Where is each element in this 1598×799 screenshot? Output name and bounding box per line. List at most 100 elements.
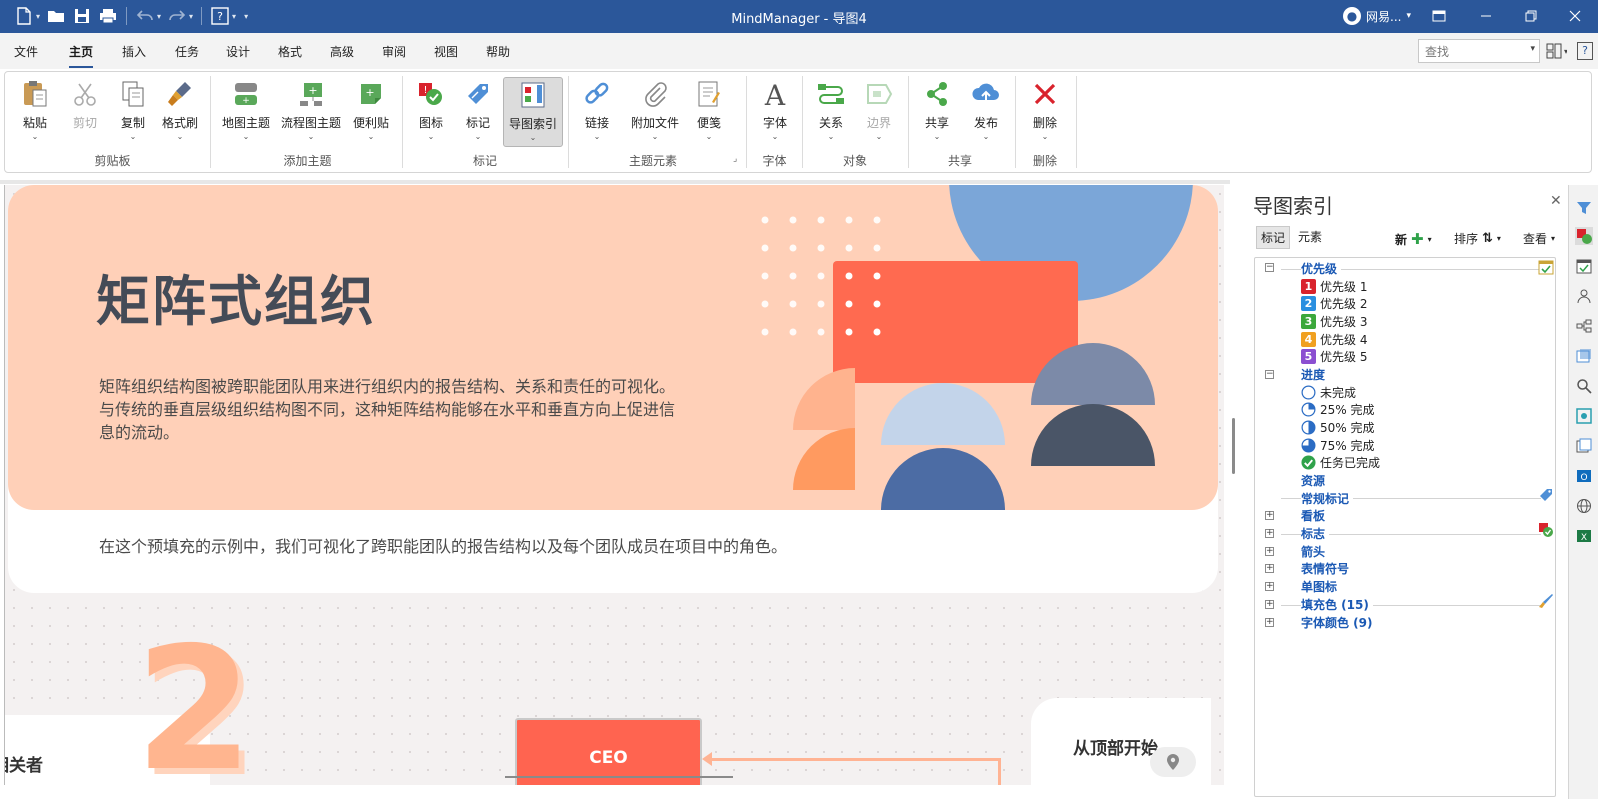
format-painter-button[interactable]: 格式刷 ⌄ [160,77,200,147]
tab-review[interactable]: 审阅 [382,43,406,60]
ceo-topic[interactable]: CEO [515,718,702,785]
vertical-scrollbar[interactable] [1232,418,1235,474]
icons-button[interactable]: ! 图标 ⌄ [411,77,451,147]
font-button[interactable]: A 字体 ⌄ [755,77,795,147]
close-icon[interactable]: ✕ [1550,193,1562,209]
collapse-icon[interactable]: − [1265,263,1274,272]
tab-insert[interactable]: 插入 [122,43,146,60]
attach-file-button[interactable]: 附加文件 ⌄ [625,77,685,147]
relationship-button[interactable]: 关系 ⌄ [811,77,851,147]
expand-icon[interactable]: + [1265,564,1274,573]
map-topic-button[interactable]: + 地图主题 ⌄ [220,77,272,147]
expand-icon[interactable]: + [1265,600,1274,609]
paste-button[interactable]: 粘贴 ⌄ [15,77,55,147]
focus-icon[interactable] [1575,407,1593,425]
progress-item[interactable]: 任务已完成 [1301,454,1380,472]
expand-icon[interactable]: + [1265,547,1274,556]
map-canvas[interactable]: 矩阵式组织 矩阵组织结构图被跨职能团队用来进行组织内的报告结构、关系和责任的可视… [4,185,1224,785]
help-icon[interactable]: ? [1577,42,1593,60]
minimize-button[interactable] [1475,5,1497,27]
dialog-launcher-icon[interactable]: ⌟ [733,154,737,164]
outlook-icon[interactable]: O [1575,467,1593,485]
maximize-button[interactable] [1520,5,1542,27]
search-input[interactable]: 查找 ▾ [1418,39,1540,63]
group-flags[interactable]: 标志 [1301,524,1330,542]
relationship-line[interactable] [998,758,1001,785]
progress-item[interactable]: 25% 完成 [1301,401,1375,419]
notes-button[interactable]: 便笺 ⌄ [689,77,729,147]
tab-task[interactable]: 任务 [175,43,199,60]
task-calendar-icon[interactable] [1575,257,1593,275]
group-kanban[interactable]: 看板 [1301,506,1325,524]
library-icon[interactable] [1575,347,1593,365]
sort-button[interactable]: 排序 ⇅ ▾ [1454,230,1501,247]
search-icon[interactable] [1575,377,1593,395]
tab-advanced[interactable]: 高级 [330,43,354,60]
map-index-icon[interactable] [1575,227,1593,245]
delete-button[interactable]: 删除 ⌄ [1025,77,1065,147]
share-button[interactable]: 共享 ⌄ [917,77,957,147]
priority-item[interactable]: 4 优先级 4 [1301,330,1367,348]
close-button[interactable] [1564,5,1586,27]
relationship-line[interactable] [710,758,1000,761]
publish-button[interactable]: 发布 ⌄ [966,77,1006,147]
view-button[interactable]: 查看 ▾ [1523,230,1555,247]
priority-item[interactable]: 1 优先级 1 [1301,277,1367,295]
new-filter-button[interactable]: 新 ✚ ▾ [1395,230,1432,248]
chevron-down-icon[interactable]: ▾ [1530,44,1535,54]
expand-icon[interactable]: + [1265,618,1274,627]
calendar-check-icon[interactable] [1538,259,1554,278]
group-arrows[interactable]: 箭头 [1301,542,1325,560]
browser-globe-icon[interactable] [1575,497,1593,515]
tab-home[interactable]: 主页 [69,43,94,68]
flag-marker-icon[interactable] [1538,522,1554,541]
priority-item[interactable]: 3 优先级 3 [1301,312,1367,330]
progress-item[interactable]: 50% 完成 [1301,418,1375,436]
svg-text:+: + [308,84,317,97]
ribbon-display-icon[interactable] [1428,5,1450,27]
group-single-icons[interactable]: 单图标 [1301,577,1337,595]
cut-button[interactable]: 剪切 [65,77,105,147]
group-fill-color[interactable]: 填充色 (15) [1301,595,1373,613]
tag-icon[interactable] [1538,487,1554,506]
group-emoji[interactable]: 表情符号 [1301,559,1349,577]
group-general-tags[interactable]: 常规标记 [1301,489,1354,507]
flowchart-topic-button[interactable]: + 流程图主题 ⌄ [279,77,343,147]
map-parts-icon[interactable] [1575,317,1593,335]
group-progress[interactable]: 进度 [1301,365,1325,383]
excel-icon[interactable]: X [1575,527,1593,545]
expand-icon[interactable]: + [1265,529,1274,538]
expand-icon[interactable]: + [1265,582,1274,591]
properties-icon[interactable] [1575,437,1593,455]
location-pin-button[interactable] [1150,747,1196,777]
progress-item[interactable]: 75% 完成 [1301,436,1375,454]
tab-markers[interactable]: 标记 [1256,226,1291,249]
progress-item[interactable]: 未完成 [1301,383,1356,401]
sticky-note-button[interactable]: + 便利贴 ⌄ [348,77,394,147]
brush-icon[interactable] [1538,593,1554,612]
tab-elements[interactable]: 元素 [1294,226,1326,247]
link-button[interactable]: 链接 ⌄ [577,77,617,147]
map-index-button[interactable]: 导图索引 ⌄ [503,77,563,147]
collapse-icon[interactable]: − [1265,370,1274,379]
tab-help[interactable]: 帮助 [486,43,510,60]
user-account[interactable]: ● 网易... ▾ [1343,7,1411,25]
layout-options-icon[interactable]: ▾ [1545,41,1568,61]
group-priority[interactable]: 优先级 [1301,259,1342,277]
priority-item[interactable]: 5 优先级 5 [1301,348,1367,366]
horizontal-scrollbar[interactable] [505,776,733,778]
priority-item[interactable]: 2 优先级 2 [1301,295,1367,313]
filter-icon[interactable] [1575,199,1593,217]
tab-file[interactable]: 文件 [14,43,38,60]
tab-format[interactable]: 格式 [278,43,302,60]
copy-button[interactable]: 复制 ⌄ [113,77,153,147]
group-resources[interactable]: 资源 [1301,471,1325,489]
group-font-color[interactable]: 字体颜色 (9) [1301,613,1373,631]
tags-button[interactable]: 标记 ⌄ [458,77,498,147]
tab-design[interactable]: 设计 [226,43,250,60]
hero-card[interactable]: 矩阵式组织 矩阵组织结构图被跨职能团队用来进行组织内的报告结构、关系和责任的可视… [8,185,1218,593]
resources-person-icon[interactable] [1575,287,1593,305]
tab-view[interactable]: 视图 [434,43,458,60]
boundary-button[interactable]: 边界 ⌄ [859,77,899,147]
expand-icon[interactable]: + [1265,511,1274,520]
